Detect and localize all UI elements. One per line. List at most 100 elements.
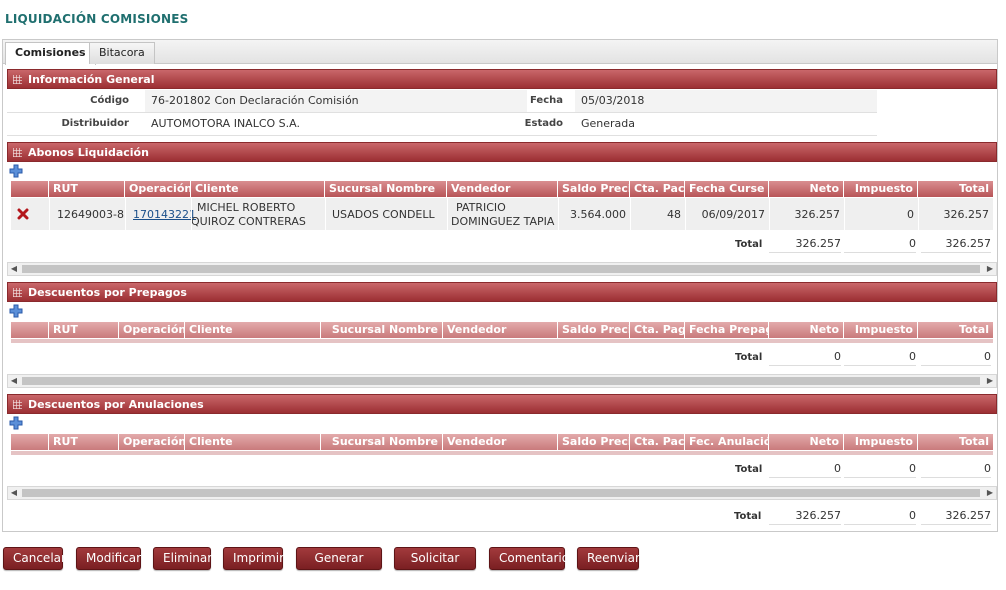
tab-bitacora[interactable]: Bitacora — [89, 42, 155, 64]
page-title: LIQUIDACIÓN COMISIONES — [5, 12, 189, 26]
info-row-codigo: Código 76-201802 Con Declaración Comisió… — [7, 90, 877, 113]
total-neto: 0 — [769, 460, 841, 478]
reenviar-button[interactable]: Reenviar — [577, 547, 640, 570]
col-saldo-precio[interactable]: Saldo Precio — [558, 181, 630, 197]
section-informacion-general[interactable]: Información General — [7, 69, 997, 89]
col-neto[interactable]: Neto — [769, 181, 844, 197]
modificar-button[interactable]: Modificar — [76, 547, 141, 570]
scroll-right-arrow-icon[interactable]: ▶ — [984, 263, 996, 275]
total-neto: 326.257 — [769, 235, 841, 253]
add-plus-icon[interactable] — [9, 304, 23, 318]
col-saldo-precio[interactable]: Saldo Precio — [558, 322, 630, 338]
abonos-grid: RUT Operación Cliente Sucursal Nombre Ve… — [11, 181, 993, 261]
grand-total-label: Total — [734, 511, 762, 522]
prepagos-scrollbar[interactable]: ◀ ▶ — [7, 374, 997, 388]
col-total[interactable]: Total — [918, 181, 993, 197]
add-plus-icon[interactable] — [9, 164, 23, 178]
table-row[interactable]: 12649003-8 170143221 MICHEL ROBERTO QUIR… — [11, 198, 993, 230]
scroll-left-arrow-icon[interactable]: ◀ — [8, 487, 20, 499]
divider — [685, 198, 686, 230]
abonos-scrollbar[interactable]: ◀ ▶ — [7, 262, 997, 276]
col-sucursal[interactable]: Sucursal Nombre — [321, 322, 443, 338]
cell-cta-pac: 48 — [667, 208, 681, 221]
cancelar-button[interactable]: Cancelar — [3, 547, 66, 570]
scroll-left-arrow-icon[interactable]: ◀ — [8, 263, 20, 275]
anulaciones-scrollbar[interactable]: ◀ ▶ — [7, 486, 997, 500]
prepagos-grid-header: RUT Operación Cliente Sucursal Nombre Ve… — [11, 322, 993, 338]
divider — [844, 198, 845, 230]
grip-icon — [13, 288, 22, 297]
cell-cliente-line1: MICHEL ROBERTO — [197, 201, 296, 214]
col-operacion[interactable]: Operación — [119, 322, 185, 338]
grip-icon — [13, 148, 22, 157]
cell-sucursal: USADOS CONDELL — [332, 208, 435, 221]
col-saldo-precio[interactable]: Saldo Precio — [558, 434, 630, 450]
col-neto[interactable]: Neto — [769, 434, 844, 450]
generar-acep-button[interactable]: Generar Acep — [296, 547, 382, 586]
col-vendedor[interactable]: Vendedor — [447, 181, 558, 197]
grip-icon — [13, 400, 22, 409]
col-cliente[interactable]: Cliente — [185, 322, 321, 338]
abonos-grid-header: RUT Operación Cliente Sucursal Nombre Ve… — [11, 181, 993, 197]
col-cta-pac[interactable]: Cta. Pac. — [630, 434, 685, 450]
divider — [325, 198, 326, 230]
section-descuentos-prepagos[interactable]: Descuentos por Prepagos — [7, 282, 997, 302]
scroll-thumb[interactable] — [22, 489, 980, 497]
col-rut[interactable]: RUT — [49, 322, 119, 338]
col-rut[interactable]: RUT — [49, 434, 119, 450]
divider — [630, 198, 631, 230]
eliminar-button[interactable]: Eliminar — [153, 547, 212, 570]
col-cliente[interactable]: Cliente — [185, 434, 321, 450]
section-abonos-liquidacion[interactable]: Abonos Liquidación — [7, 142, 997, 162]
estado-label: Estado — [524, 118, 563, 129]
col-fecha-curse[interactable]: Fecha Curse — [685, 181, 769, 197]
col-impuesto[interactable]: Impuesto — [844, 181, 918, 197]
scroll-thumb[interactable] — [22, 265, 980, 273]
cell-operacion-link[interactable]: 170143221 — [133, 208, 196, 221]
cell-neto: 326.257 — [794, 208, 841, 221]
col-vendedor[interactable]: Vendedor — [443, 322, 558, 338]
col-impuesto[interactable]: Impuesto — [844, 434, 918, 450]
add-plus-icon[interactable] — [9, 416, 23, 430]
col-total[interactable]: Total — [918, 322, 993, 338]
scroll-left-arrow-icon[interactable]: ◀ — [8, 375, 20, 387]
col-impuesto[interactable]: Impuesto — [844, 322, 918, 338]
col-fec-anulacion[interactable]: Fec. Anulación — [685, 434, 769, 450]
col-vendedor[interactable]: Vendedor — [443, 434, 558, 450]
scroll-right-arrow-icon[interactable]: ▶ — [984, 375, 996, 387]
scroll-thumb[interactable] — [22, 377, 980, 385]
comentario-button[interactable]: Comentario — [489, 547, 569, 570]
tab-comisiones[interactable]: Comisiones — [5, 42, 96, 65]
prepagos-grid: RUT Operación Cliente Sucursal Nombre Ve… — [11, 322, 993, 374]
col-fecha-prepago[interactable]: Fecha Prepago — [685, 322, 769, 338]
section-descuentos-anulaciones[interactable]: Descuentos por Anulaciones — [7, 394, 997, 414]
divider — [191, 198, 192, 230]
distribuidor-value: AUTOMOTORA INALCO S.A. — [145, 113, 527, 135]
cell-vendedor-line1: PATRICIO — [456, 201, 506, 214]
codigo-label: Código — [90, 95, 129, 106]
col-cta-pag[interactable]: Cta. Pag. — [630, 322, 685, 338]
col-sucursal[interactable]: Sucursal Nombre — [325, 181, 447, 197]
col-neto[interactable]: Neto — [769, 322, 844, 338]
col-cta-pac[interactable]: Cta. Pac. — [630, 181, 685, 197]
total-impuesto: 0 — [844, 235, 916, 253]
col-total[interactable]: Total — [918, 434, 993, 450]
fecha-value: 05/03/2018 — [575, 90, 877, 112]
col-operacion[interactable]: Operación — [119, 434, 185, 450]
col-rut[interactable]: RUT — [49, 181, 125, 197]
col-cliente[interactable]: Cliente — [191, 181, 325, 197]
divider — [918, 198, 919, 230]
divider — [49, 198, 50, 230]
distribuidor-label: Distribuidor — [61, 118, 130, 129]
total-total: 0 — [921, 460, 991, 478]
anulaciones-grid-header: RUT Operación Cliente Sucursal Nombre Ve… — [11, 434, 993, 450]
col-operacion[interactable]: Operación — [125, 181, 191, 197]
delete-x-icon[interactable] — [17, 208, 29, 220]
grand-total-neto: 326.257 — [769, 507, 841, 525]
solicitar-pago-button[interactable]: Solicitar Pago — [394, 547, 476, 586]
col-sucursal[interactable]: Sucursal Nombre — [321, 434, 443, 450]
imprimir-button[interactable]: Imprimir — [223, 547, 284, 570]
grand-total-impuesto: 0 — [844, 507, 916, 525]
total-neto: 0 — [769, 348, 841, 366]
scroll-right-arrow-icon[interactable]: ▶ — [984, 487, 996, 499]
